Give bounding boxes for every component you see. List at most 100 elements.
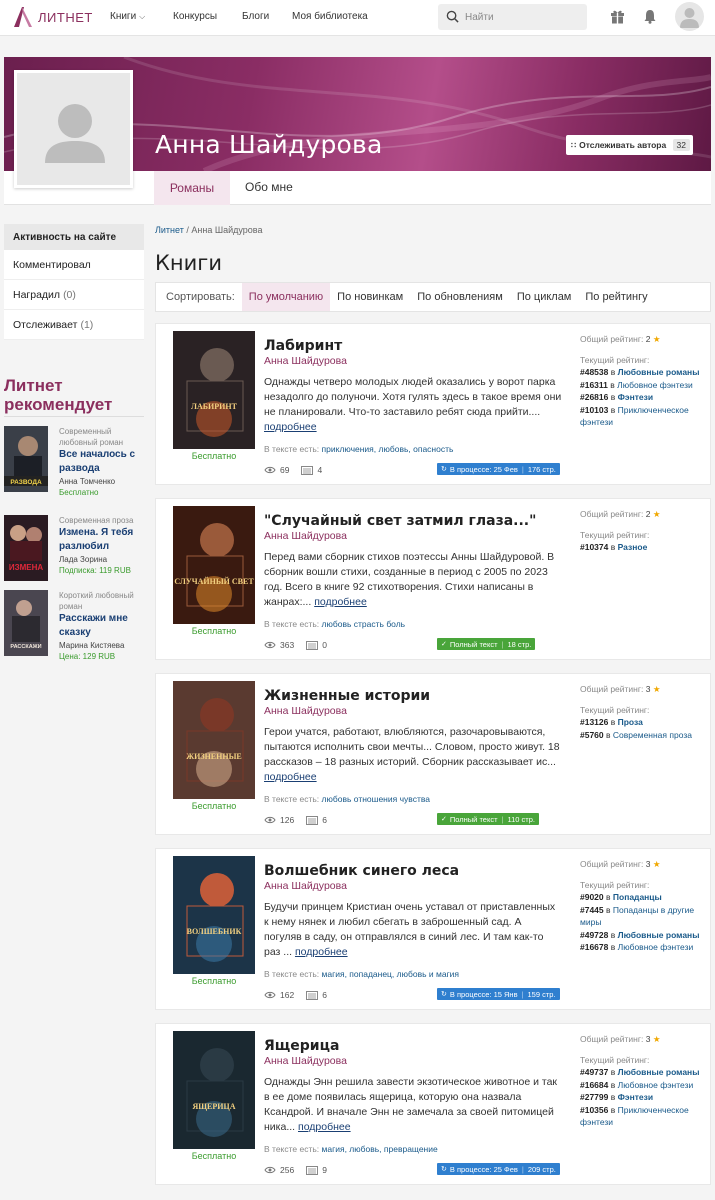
views-count: 363 [280, 640, 295, 650]
rating-genre-link[interactable]: Любовное фэнтези [618, 1080, 694, 1090]
book-cover-image[interactable]: ЖИЗНЕННЫЕ [173, 681, 255, 799]
site-logo[interactable]: ЛИТНЕТ [11, 5, 93, 29]
rec-author[interactable]: Лада Зорина [59, 554, 144, 565]
tags-list[interactable]: магия, любовь, превращение [322, 1144, 438, 1154]
price-free: Бесплатно [191, 626, 237, 636]
general-rating-label: Общий рейтинг: [580, 509, 644, 519]
tab-about[interactable]: Обо мне [245, 180, 293, 194]
rec-title[interactable]: Расскажи мне сказку [59, 612, 144, 640]
activity-follows[interactable]: Отслеживает (1) [4, 310, 144, 340]
rating-genre-link[interactable]: Современная проза [613, 730, 692, 740]
library-icon [306, 1165, 319, 1175]
bell-icon[interactable] [643, 9, 657, 24]
tags-list[interactable]: магия, попаданец, любовь и магия [322, 969, 459, 979]
rating-genre-link[interactable]: Фэнтези [618, 392, 653, 402]
rating-genre-link[interactable]: Разное [618, 542, 648, 552]
eye-icon [264, 641, 276, 649]
book-title[interactable]: Волшебник синего леса [264, 863, 459, 879]
book-cover-image[interactable]: СЛУЧАЙНЫЙ СВЕТ [173, 506, 255, 624]
recommendation-item[interactable]: РАЗВОДА Современный любовный роман Все н… [4, 426, 146, 497]
book-cover-image[interactable]: ЛАБИРИНТ [173, 331, 255, 449]
nav-books[interactable]: Книги ⌵ [110, 11, 145, 22]
rating-position: #7445 в Попаданцы в другие миры [580, 904, 695, 928]
breadcrumb-litnet[interactable]: Литнет [155, 225, 184, 235]
status-text: Полный текст [449, 814, 498, 824]
recommendation-item[interactable]: ИЗМЕНА Современная проза Измена. Я тебя … [4, 515, 146, 585]
book-description: Будучи принцем Кристиан очень уставал от… [264, 900, 562, 960]
current-rating-label: Текущий рейтинг: [580, 1054, 650, 1065]
gift-icon[interactable] [610, 9, 625, 24]
chevron-down-icon: ⌵ [139, 12, 146, 21]
rating-genre-link[interactable]: Любовное фэнтези [618, 942, 694, 952]
nav-contests[interactable]: Конкурсы [173, 11, 217, 22]
tags-list[interactable]: любовь отношения чувства [322, 794, 430, 804]
book-author[interactable]: Анна Шайдурова [264, 530, 347, 542]
read-more-link[interactable]: подробнее [314, 596, 367, 608]
rec-title[interactable]: Измена. Я тебя разлюбил [59, 526, 144, 554]
star-icon: ★ [652, 859, 661, 869]
book-cover-image[interactable]: ВОЛШЕБНИК [173, 856, 255, 974]
follow-author-button[interactable]: ∷ Отслеживать автора 32 [566, 135, 693, 155]
rating-genre-link[interactable]: Любовное фэнтези [617, 380, 693, 390]
search-input[interactable] [465, 9, 580, 25]
recommendation-item[interactable]: РАССКАЖИ Короткий любовный роман Расскаж… [4, 590, 146, 661]
book-author[interactable]: Анна Шайдурова [264, 1055, 347, 1067]
read-more-link[interactable]: подробнее [298, 1121, 351, 1133]
library-count: 4 [317, 465, 323, 475]
rating-genre-link[interactable]: Попаданцы [613, 892, 662, 902]
sort-default[interactable]: По умолчанию [241, 283, 331, 311]
nav-blogs[interactable]: Блоги [242, 11, 269, 22]
rating-genre-link[interactable]: Любовные романы [618, 930, 700, 940]
tags-label: В тексте есть: [264, 794, 320, 804]
activity-commented[interactable]: Комментировал [4, 250, 144, 280]
user-avatar[interactable] [675, 2, 704, 31]
rec-title[interactable]: Все началось с развода [59, 448, 144, 476]
book-author[interactable]: Анна Шайдурова [264, 705, 347, 717]
current-rating-label: Текущий рейтинг: [580, 704, 650, 715]
activity-awarded[interactable]: Наградил (0) [4, 280, 144, 310]
sort-newest[interactable]: По новинкам [330, 283, 410, 311]
read-more-link[interactable]: подробнее [295, 946, 348, 958]
author-name: Анна Шайдурова [155, 130, 383, 159]
svg-text:ВОЛШЕБНИК: ВОЛШЕБНИК [187, 927, 242, 936]
status-text: В процессе: 25 Фев [449, 1164, 518, 1174]
general-rating-label: Общий рейтинг: [580, 334, 644, 344]
book-author[interactable]: Анна Шайдурова [264, 355, 347, 367]
book-title[interactable]: Ящерица [264, 1038, 339, 1054]
book-stats: 69 4 [264, 465, 322, 475]
general-rating-value: 2 [645, 334, 651, 344]
tags-list[interactable]: приключения, любовь, опасность [322, 444, 454, 454]
read-more-link[interactable]: подробнее [264, 421, 317, 433]
status-text: В процессе: 25 Фев [449, 464, 518, 474]
book-rating: Общий рейтинг: 2 ★ Текущий рейтинг: #103… [580, 508, 708, 554]
rec-author[interactable]: Анна Томченко [59, 476, 144, 487]
recommendations-heading: Литнет рекомендует [4, 376, 144, 417]
book-author[interactable]: Анна Шайдурова [264, 880, 347, 892]
rating-genre-link[interactable]: Любовные романы [618, 367, 700, 377]
tags-label: В тексте есть: [264, 969, 320, 979]
rating-genre-link[interactable]: Любовные романы [618, 1067, 700, 1077]
svg-text:ЛАБИРИНТ: ЛАБИРИНТ [191, 402, 238, 411]
read-more-link[interactable]: подробнее [264, 771, 317, 783]
book-cover-image[interactable]: ЯЩЕРИЦА [173, 1031, 255, 1149]
star-icon: ★ [652, 509, 661, 519]
book-tags: В тексте есть: магия, попаданец, любовь … [264, 969, 459, 979]
follow-count: 32 [672, 139, 690, 151]
library-count: 6 [322, 815, 327, 825]
book-title[interactable]: Жизненные истории [264, 688, 430, 704]
refresh-icon: ↻ [441, 1166, 447, 1173]
rating-position: #9020 в Попаданцы [580, 892, 662, 902]
sort-series[interactable]: По циклам [510, 283, 579, 311]
book-title[interactable]: Лабиринт [264, 338, 342, 354]
sort-updates[interactable]: По обновлениям [410, 283, 510, 311]
book-title[interactable]: "Случайный свет затмил глаза..." [264, 513, 536, 529]
nav-my-library[interactable]: Моя библиотека [292, 11, 368, 22]
rating-genre-link[interactable]: Фэнтези [618, 1092, 653, 1102]
rating-genre-link[interactable]: Проза [618, 717, 643, 727]
search-box[interactable] [438, 4, 587, 30]
sort-rating[interactable]: По рейтингу [578, 283, 654, 311]
tags-list[interactable]: любовь страсть боль [322, 619, 406, 629]
tab-novels[interactable]: Романы [154, 171, 230, 205]
svg-text:РАЗВОДА: РАЗВОДА [10, 479, 42, 486]
rec-author[interactable]: Марина Кистяева [59, 640, 144, 651]
